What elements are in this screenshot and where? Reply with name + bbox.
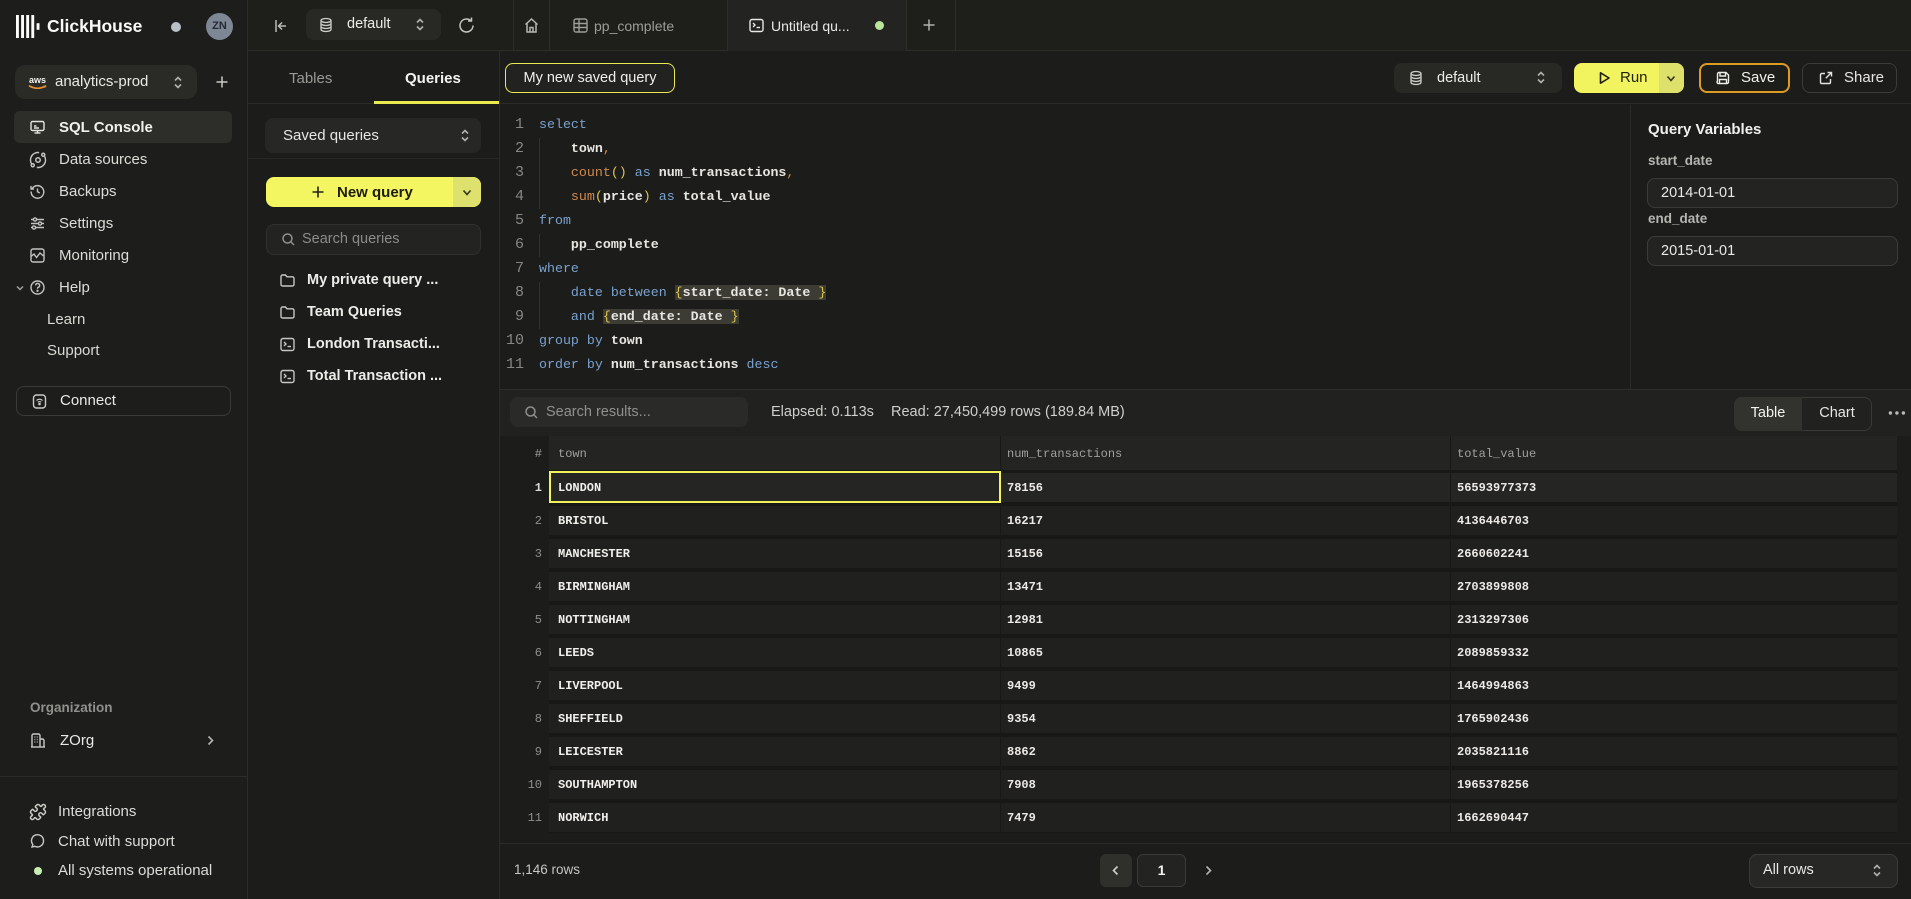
svg-text:aws: aws — [29, 75, 46, 85]
